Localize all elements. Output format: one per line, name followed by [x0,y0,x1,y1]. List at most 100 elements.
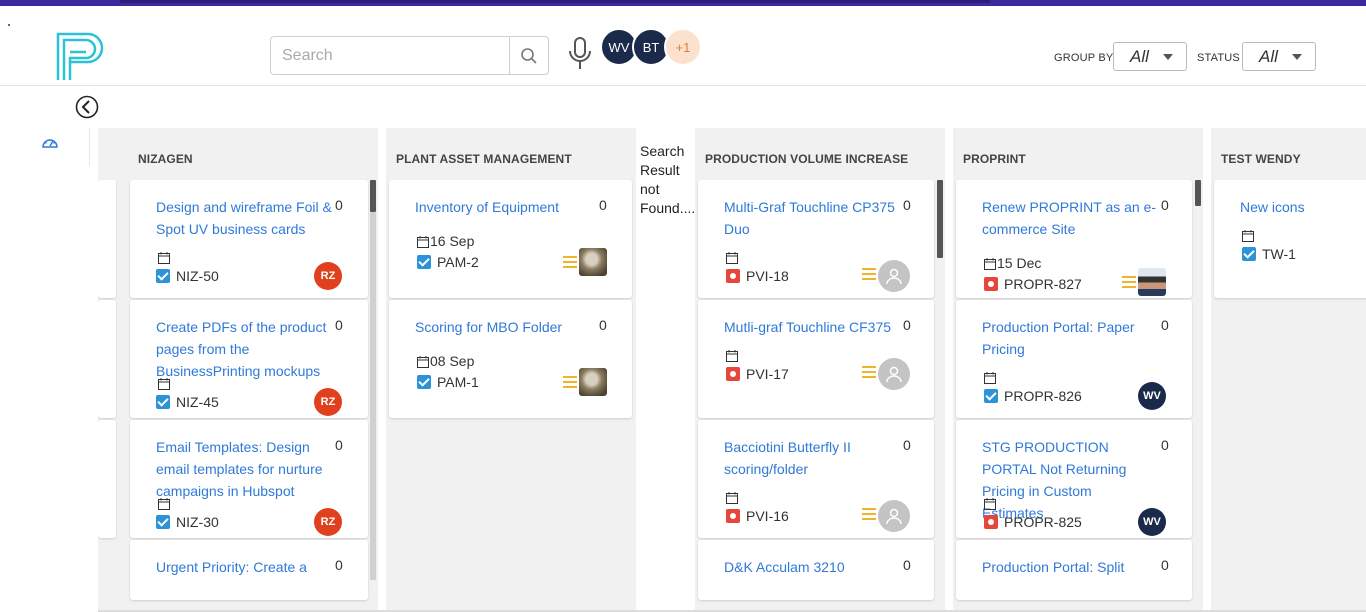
column-scrollbar-thumb[interactable] [370,180,376,212]
group-by-select[interactable]: All [1113,42,1187,71]
microphone-icon[interactable] [566,36,594,72]
kanban-card[interactable]: Production Portal: Paper Pricing 0 PROPR… [956,300,1192,418]
card-title[interactable]: Urgent Priority: Create a [156,556,336,578]
priority-medium-icon [862,508,876,520]
card-count: 0 [903,317,911,333]
kanban-card[interactable] [98,420,116,538]
kanban-board: NIZAGEN Design and wireframe Foil & Spot… [98,128,1366,612]
card-count: 0 [1161,557,1169,573]
card-title[interactable]: Email Templates: Design email templates … [156,436,336,502]
user-silhouette-icon [886,268,902,285]
assignee-photo-avatar[interactable] [579,368,607,396]
kanban-card[interactable]: Renew PROPRINT as an e-commerce Site 0 1… [956,180,1192,298]
assignee-avatar[interactable]: RZ [314,388,342,416]
card-key: PAM-1 [417,374,479,390]
unassigned-user-icon[interactable] [878,500,910,532]
card-title[interactable]: STG PRODUCTION PORTAL Not Returning Pric… [982,436,1157,524]
kanban-card[interactable]: Production Portal: Split 0 [956,540,1192,600]
card-key-label: PROPR-825 [1004,514,1082,530]
card-key-label: PAM-2 [437,254,479,270]
card-count: 0 [1161,437,1169,453]
card-title[interactable]: Design and wireframe Foil & Spot UV busi… [156,196,336,240]
kanban-card[interactable]: STG PRODUCTION PORTAL Not Returning Pric… [956,420,1192,538]
kanban-card[interactable]: Inventory of Equipment 0 16 Sep PAM-2 [389,180,632,298]
assignee-avatar[interactable]: WV [1138,382,1166,410]
assignee-avatar[interactable]: RZ [314,262,342,290]
user-silhouette-icon [886,366,902,383]
chevron-down-icon [1292,54,1302,60]
kanban-card[interactable]: Urgent Priority: Create a 0 [130,540,368,600]
search-input[interactable] [271,37,510,74]
status-value: All [1259,46,1278,66]
card-title[interactable]: Renew PROPRINT as an e-commerce Site [982,196,1157,240]
board-column-partial [98,128,120,610]
dashboard-gauge-icon[interactable] [41,134,59,150]
calendar-icon [417,236,429,248]
card-key: PAM-2 [417,254,479,270]
card-count: 0 [335,557,343,573]
status-select[interactable]: All [1242,42,1316,71]
calendar-icon [417,356,429,368]
card-key: PROPR-826 [984,388,1082,404]
column-scrollbar-track[interactable] [370,212,376,580]
unassigned-user-icon[interactable] [878,260,910,292]
column-scrollbar-thumb[interactable] [1195,180,1201,206]
unassigned-user-icon[interactable] [878,358,910,390]
kanban-card[interactable]: Scoring for MBO Folder 0 08 Sep PAM-1 [389,300,632,418]
card-key-label: NIZ-30 [176,514,219,530]
card-title[interactable]: Mutli-graf Touchline CF375 [724,316,899,338]
kanban-card[interactable]: New icons TW-1 [1214,180,1366,298]
kanban-card[interactable]: Multi-Graf Touchline CP375 Duo 0 PVI-18 [698,180,934,298]
top-accent-bar-inner [120,0,990,3]
bug-icon [726,367,740,381]
sidebar-divider [89,128,90,166]
kanban-card[interactable]: Email Templates: Design email templates … [130,420,368,538]
column-title: PLANT ASSET MANAGEMENT [396,152,572,166]
card-title[interactable]: Create PDFs of the product pages from th… [156,316,336,382]
kanban-card[interactable] [98,300,116,418]
assignee-photo-avatar[interactable] [579,248,607,276]
card-title[interactable]: Production Portal: Split [982,556,1157,578]
column-title: TEST WENDY [1221,152,1301,166]
task-checkbox-icon [417,375,431,389]
card-title[interactable]: Production Portal: Paper Pricing [982,316,1157,360]
assignee-photo-avatar[interactable] [1138,268,1166,296]
card-key-label: TW-1 [1262,246,1296,262]
app-logo[interactable] [56,30,110,82]
card-key: PVI-16 [726,508,789,524]
calendar-icon [158,252,170,264]
card-title[interactable]: Scoring for MBO Folder [415,316,595,338]
card-title[interactable]: D&K Acculam 3210 [724,556,899,578]
task-checkbox-icon [156,515,170,529]
kanban-card[interactable]: Bacciotini Butterfly II scoring/folder 0… [698,420,934,538]
back-arrow-icon[interactable] [75,95,99,119]
task-checkbox-icon [156,269,170,283]
card-count: 0 [599,317,607,333]
card-title[interactable]: Multi-Graf Touchline CP375 Duo [724,196,899,240]
card-key: TW-1 [1242,246,1296,262]
assignee-avatar[interactable]: WV [1138,508,1166,536]
card-title[interactable]: Bacciotini Butterfly II scoring/folder [724,436,899,480]
kanban-card[interactable] [98,180,116,298]
app-header: WV BT +1 GROUP BY All STATUS All [0,6,1366,86]
column-scrollbar-thumb[interactable] [937,180,943,258]
search-button[interactable] [509,37,548,74]
avatar-more-count[interactable]: +1 [664,28,702,66]
assignee-avatar[interactable]: RZ [314,508,342,536]
card-key: NIZ-50 [156,268,219,284]
card-count: 0 [1161,197,1169,213]
kanban-card[interactable]: D&K Acculam 3210 0 [698,540,934,600]
board-column-nizagen: NIZAGEN Design and wireframe Foil & Spot… [120,128,378,610]
bug-icon [726,509,740,523]
kanban-card[interactable]: Create PDFs of the product pages from th… [130,300,368,418]
kanban-card[interactable]: Design and wireframe Foil & Spot UV busi… [130,180,368,298]
board-column-production-volume-increase: PRODUCTION VOLUME INCREASE Multi-Graf To… [695,128,945,610]
kanban-card[interactable]: Mutli-graf Touchline CF375 0 PVI-17 [698,300,934,418]
search-box [270,36,549,75]
card-key: PROPR-825 [984,514,1082,530]
card-title[interactable]: Inventory of Equipment [415,196,595,218]
priority-medium-icon [1122,276,1136,288]
task-checkbox-icon [1242,247,1256,261]
card-key: NIZ-30 [156,514,219,530]
card-title[interactable]: New icons [1240,196,1366,218]
